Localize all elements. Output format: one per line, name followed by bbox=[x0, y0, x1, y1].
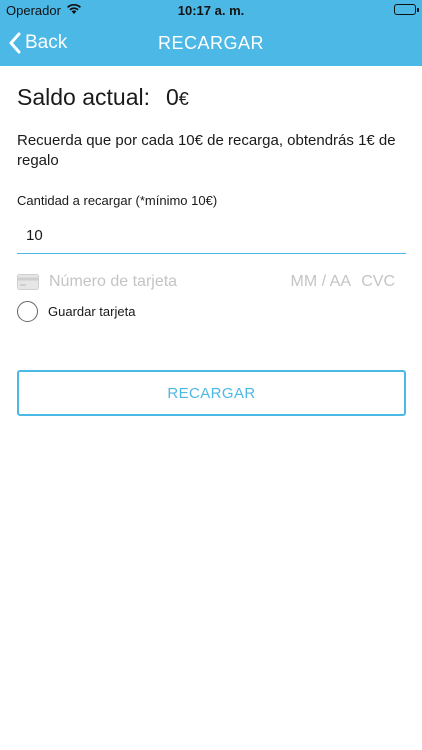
page-title: RECARGAR bbox=[157, 33, 264, 53]
balance-currency: € bbox=[178, 89, 189, 109]
balance-amount: 0 bbox=[165, 84, 179, 110]
save-card-option[interactable]: Guardar tarjeta bbox=[17, 300, 135, 322]
credit-card-icon bbox=[17, 274, 39, 295]
nav-bar: Back RECARGAR bbox=[0, 20, 422, 66]
recharge-button[interactable]: RECARGAR bbox=[17, 370, 406, 416]
status-bar: Operador 10:17 a. m. bbox=[0, 0, 422, 20]
amount-input[interactable] bbox=[17, 218, 406, 254]
bonus-info-text: Recuerda que por cada 10€ de recarga, ob… bbox=[17, 132, 396, 169]
card-input-row[interactable]: Número de tarjeta MM / AA CVC bbox=[17, 271, 395, 293]
card-expiry-field[interactable]: MM / AA bbox=[291, 273, 351, 291]
status-time: 10:17 a. m. bbox=[177, 3, 245, 18]
save-card-radio[interactable] bbox=[17, 300, 38, 322]
balance-label: Saldo actual: bbox=[17, 84, 150, 110]
card-cvc-field[interactable]: CVC bbox=[361, 273, 395, 291]
card-number-field[interactable]: Número de tarjeta bbox=[49, 273, 177, 291]
battery-icon bbox=[394, 4, 419, 15]
balance-display: Saldo actual: 0€ bbox=[17, 84, 189, 111]
save-card-label: Guardar tarjeta bbox=[48, 303, 136, 319]
amount-field-label: Cantidad a recargar (*mínimo 10€) bbox=[17, 193, 218, 208]
